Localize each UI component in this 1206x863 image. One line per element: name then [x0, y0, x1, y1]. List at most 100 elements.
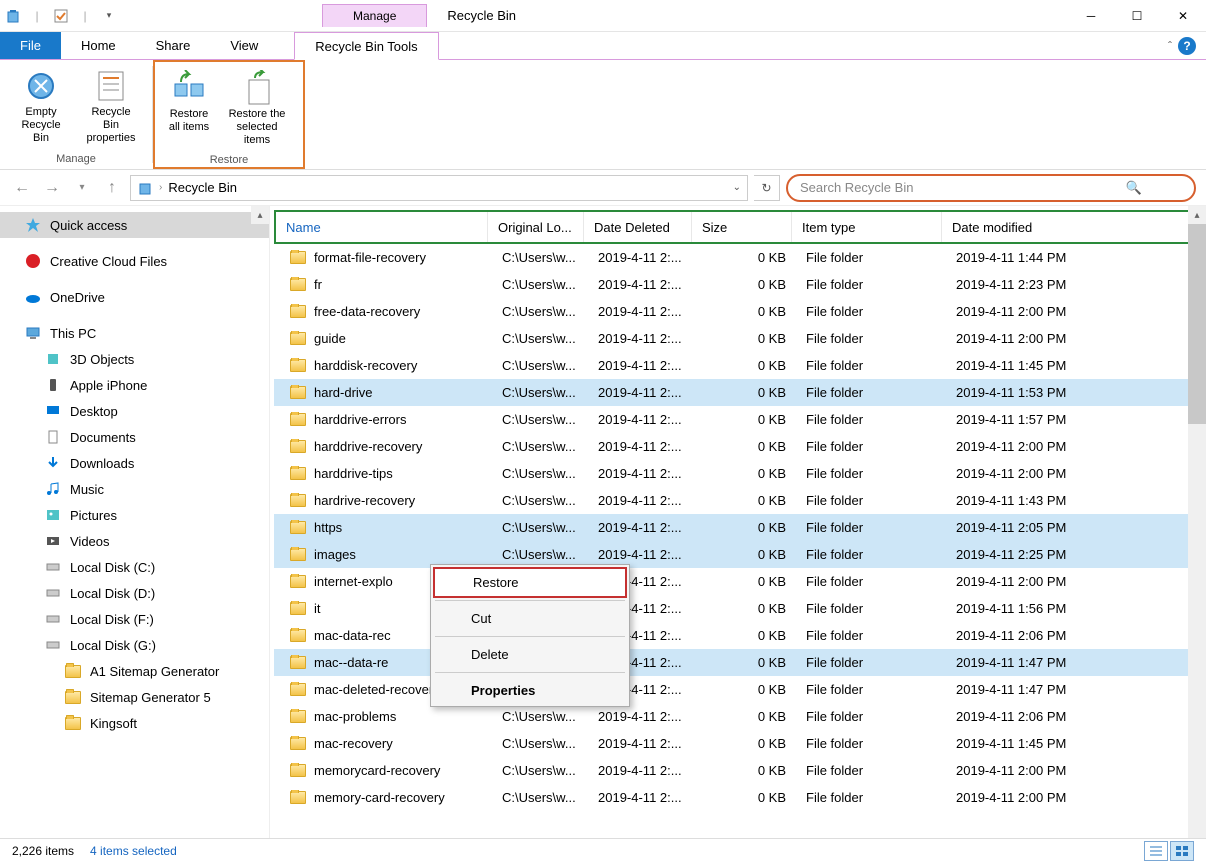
- sidebar-item[interactable]: A1 Sitemap Generator: [0, 658, 269, 684]
- maximize-button[interactable]: ☐: [1114, 0, 1160, 32]
- breadcrumb-location[interactable]: Recycle Bin: [168, 180, 237, 195]
- scroll-up-icon[interactable]: ▴: [1188, 206, 1206, 224]
- search-box[interactable]: Search Recycle Bin 🔍: [786, 174, 1196, 202]
- quick-access-toolbar: | | ▾: [0, 7, 122, 25]
- sidebar-item[interactable]: Quick access: [0, 212, 269, 238]
- sidebar-item[interactable]: Desktop: [0, 398, 269, 424]
- address-bar[interactable]: › Recycle Bin ⌄: [130, 175, 748, 201]
- ribbon-group-manage: Empty Recycle Bin Recycle Bin properties…: [0, 60, 152, 169]
- back-button[interactable]: ←: [10, 176, 34, 200]
- table-row[interactable]: mac-deleted-recoveryC:\Users\w...2019-4-…: [274, 676, 1202, 703]
- restore-all-items-button[interactable]: Restore all items: [161, 66, 217, 152]
- sidebar-item[interactable]: This PC: [0, 320, 269, 346]
- recent-dropdown[interactable]: ▾: [70, 176, 94, 200]
- restore-selected-items-button[interactable]: Restore the selected items: [217, 66, 297, 152]
- sidebar-item[interactable]: Creative Cloud Files: [0, 248, 269, 274]
- column-date-modified[interactable]: Date modified: [942, 212, 1200, 242]
- table-row[interactable]: guideC:\Users\w...2019-4-11 2:...0 KBFil…: [274, 325, 1202, 352]
- sidebar-item[interactable]: Documents: [0, 424, 269, 450]
- sidebar-item-label: Sitemap Generator 5: [90, 690, 211, 705]
- folder-icon: [290, 602, 306, 615]
- address-dropdown-icon[interactable]: ⌄: [733, 182, 741, 193]
- sidebar-item[interactable]: Pictures: [0, 502, 269, 528]
- table-row[interactable]: mac--data-re2019-4-11 2:...0 KBFile fold…: [274, 649, 1202, 676]
- table-row[interactable]: mac-data-rec2019-4-11 2:...0 KBFile fold…: [274, 622, 1202, 649]
- sidebar-item[interactable]: Music: [0, 476, 269, 502]
- star-icon: [24, 216, 42, 234]
- table-row[interactable]: free-data-recoveryC:\Users\w...2019-4-11…: [274, 298, 1202, 325]
- folder-icon: [290, 359, 306, 372]
- table-row[interactable]: format-file-recoveryC:\Users\w...2019-4-…: [274, 244, 1202, 271]
- table-row[interactable]: hard-driveC:\Users\w...2019-4-11 2:...0 …: [274, 379, 1202, 406]
- titlebar: | | ▾ Manage Recycle Bin ─ ☐ ✕: [0, 0, 1206, 32]
- recycle-bin-properties-button[interactable]: Recycle Bin properties: [76, 64, 146, 151]
- column-name[interactable]: Name: [276, 212, 488, 242]
- file-list: Name Original Lo... Date Deleted Size It…: [270, 206, 1206, 838]
- item-count: 2,226 items: [12, 844, 74, 858]
- ribbon: Empty Recycle Bin Recycle Bin properties…: [0, 60, 1206, 170]
- sidebar-item[interactable]: Videos: [0, 528, 269, 554]
- column-item-type[interactable]: Item type: [792, 212, 942, 242]
- table-row[interactable]: memory-card-recoveryC:\Users\w...2019-4-…: [274, 784, 1202, 811]
- folder-icon: [64, 662, 82, 680]
- sidebar-item-label: Local Disk (C:): [70, 560, 155, 575]
- sidebar-item[interactable]: Downloads: [0, 450, 269, 476]
- sidebar-item[interactable]: Local Disk (F:): [0, 606, 269, 632]
- context-delete[interactable]: Delete: [431, 639, 629, 670]
- qat-dropdown-icon[interactable]: ▾: [100, 7, 118, 25]
- collapse-ribbon-icon[interactable]: ˆ: [1168, 39, 1172, 53]
- sidebar-item[interactable]: OneDrive: [0, 284, 269, 310]
- empty-recycle-bin-button[interactable]: Empty Recycle Bin: [6, 64, 76, 151]
- details-view-button[interactable]: [1144, 841, 1168, 861]
- folder-icon: [290, 656, 306, 669]
- chevron-right-icon: ›: [159, 182, 162, 193]
- sidebar-item[interactable]: Local Disk (G:): [0, 632, 269, 658]
- table-row[interactable]: httpsC:\Users\w...2019-4-11 2:...0 KBFil…: [274, 514, 1202, 541]
- scroll-up-icon[interactable]: ▴: [251, 206, 269, 224]
- tab-recycle-bin-tools[interactable]: Recycle Bin Tools: [294, 32, 438, 60]
- table-row[interactable]: memorycard-recoveryC:\Users\w...2019-4-1…: [274, 757, 1202, 784]
- sidebar-item[interactable]: 3D Objects: [0, 346, 269, 372]
- table-row[interactable]: harddrive-errorsC:\Users\w...2019-4-11 2…: [274, 406, 1202, 433]
- folder-icon: [290, 305, 306, 318]
- table-row[interactable]: harddisk-recoveryC:\Users\w...2019-4-11 …: [274, 352, 1202, 379]
- sidebar-item[interactable]: Sitemap Generator 5: [0, 684, 269, 710]
- disk-icon: [44, 558, 62, 576]
- scrollbar-thumb[interactable]: [1188, 224, 1206, 424]
- table-row[interactable]: mac-problemsC:\Users\w...2019-4-11 2:...…: [274, 703, 1202, 730]
- context-cut[interactable]: Cut: [431, 603, 629, 634]
- forward-button[interactable]: →: [40, 176, 64, 200]
- table-row[interactable]: imagesC:\Users\w...2019-4-11 2:...0 KBFi…: [274, 541, 1202, 568]
- tab-home[interactable]: Home: [61, 32, 136, 59]
- table-row[interactable]: internet-explo2019-4-11 2:...0 KBFile fo…: [274, 568, 1202, 595]
- table-row[interactable]: hardrive-recoveryC:\Users\w...2019-4-11 …: [274, 487, 1202, 514]
- sidebar-item[interactable]: Kingsoft: [0, 710, 269, 736]
- navigation-pane[interactable]: ▴ Quick access Creative Cloud Files OneDri…: [0, 206, 270, 838]
- tab-share[interactable]: Share: [136, 32, 211, 59]
- up-button[interactable]: ↑: [100, 176, 124, 200]
- column-original-location[interactable]: Original Lo...: [488, 212, 584, 242]
- sidebar-item[interactable]: Local Disk (D:): [0, 580, 269, 606]
- context-properties[interactable]: Properties: [431, 675, 629, 706]
- table-row[interactable]: it2019-4-11 2:...0 KBFile folder2019-4-1…: [274, 595, 1202, 622]
- tab-file[interactable]: File: [0, 32, 61, 59]
- close-button[interactable]: ✕: [1160, 0, 1206, 32]
- context-menu: Restore Cut Delete Properties: [430, 564, 630, 707]
- column-date-deleted[interactable]: Date Deleted: [584, 212, 692, 242]
- refresh-button[interactable]: ↻: [754, 175, 780, 201]
- table-row[interactable]: mac-recoveryC:\Users\w...2019-4-11 2:...…: [274, 730, 1202, 757]
- thumbnails-view-button[interactable]: [1170, 841, 1194, 861]
- minimize-button[interactable]: ─: [1068, 0, 1114, 32]
- sidebar-item-label: A1 Sitemap Generator: [90, 664, 219, 679]
- vertical-scrollbar[interactable]: ▴: [1188, 206, 1206, 838]
- help-icon[interactable]: ?: [1178, 37, 1196, 55]
- column-size[interactable]: Size: [692, 212, 792, 242]
- table-row[interactable]: frC:\Users\w...2019-4-11 2:...0 KBFile f…: [274, 271, 1202, 298]
- table-row[interactable]: harddrive-recoveryC:\Users\w...2019-4-11…: [274, 433, 1202, 460]
- sidebar-item[interactable]: Apple iPhone: [0, 372, 269, 398]
- table-row[interactable]: harddrive-tipsC:\Users\w...2019-4-11 2:.…: [274, 460, 1202, 487]
- context-restore[interactable]: Restore: [433, 567, 627, 598]
- tab-view[interactable]: View: [210, 32, 278, 59]
- sidebar-item[interactable]: Local Disk (C:): [0, 554, 269, 580]
- checkbox-icon[interactable]: [52, 7, 70, 25]
